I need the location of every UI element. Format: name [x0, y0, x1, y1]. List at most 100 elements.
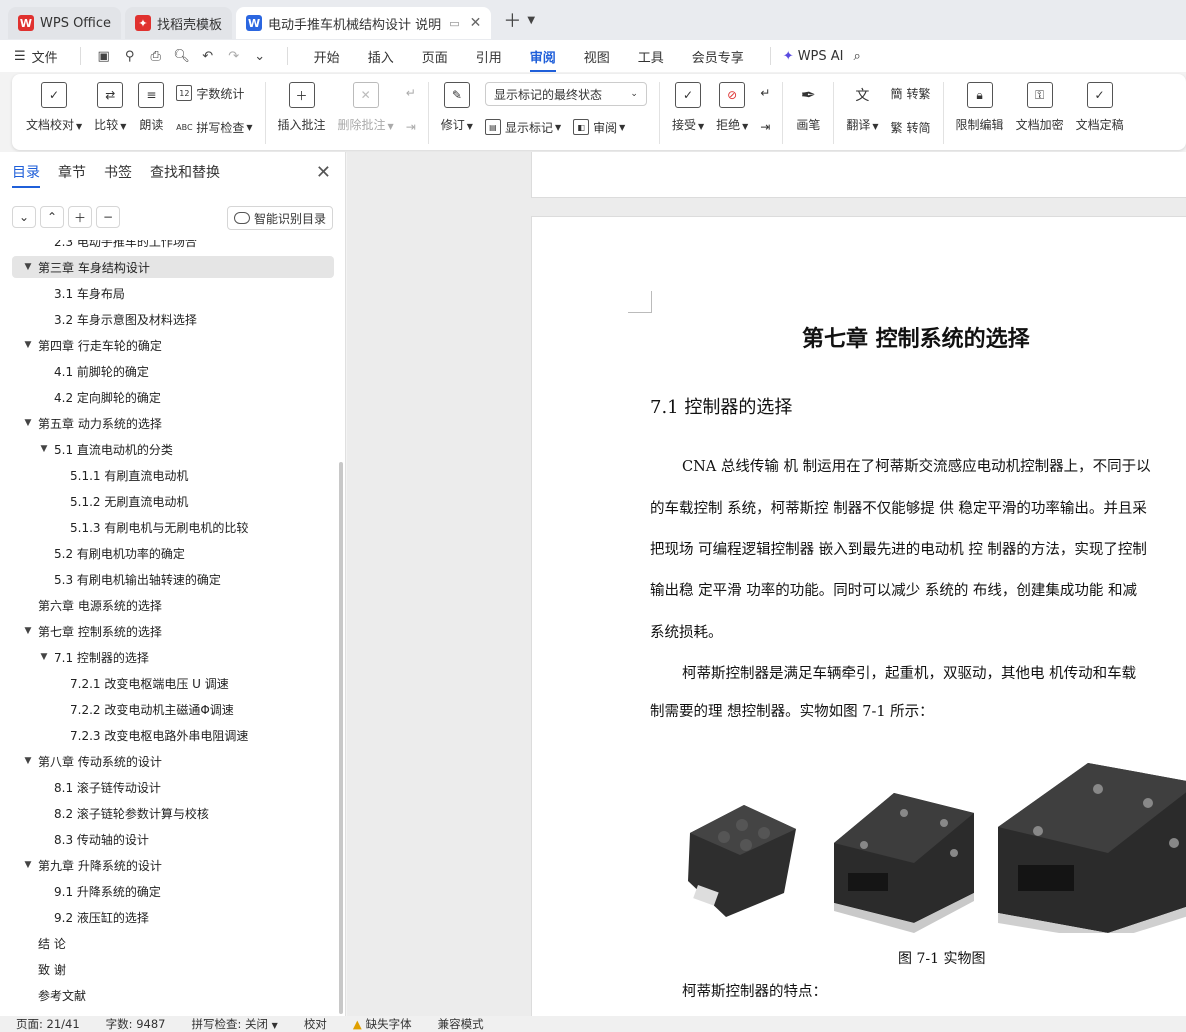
toc-item[interactable]: ▼5.1.2 无刷直流电动机 [12, 490, 334, 512]
spell-check-button[interactable]: ABC 拼写检查 ▼ [176, 116, 252, 138]
expand-arrow-icon[interactable]: ▼ [22, 262, 34, 272]
remove-heading-icon[interactable]: − [96, 206, 120, 228]
toc-item[interactable]: ▼5.1.3 有刷电机与无刷电机的比较 [12, 516, 334, 538]
menu-tab-tools[interactable]: 工具 [638, 47, 664, 66]
collapse-all-icon[interactable]: ⌃ [40, 206, 64, 228]
tab-wps-office[interactable]: W WPS Office [8, 7, 122, 39]
nav-tab-find-replace[interactable]: 查找和替换 [150, 162, 220, 188]
toc-item[interactable]: ▼第六章 电源系统的选择 [12, 594, 334, 616]
previous-revision-icon[interactable]: ↵ [760, 82, 770, 104]
redo-icon[interactable]: ↷ [223, 46, 245, 66]
doc-finalize-button[interactable]: ✓ 文档定稿 [1076, 82, 1124, 133]
toc-item[interactable]: ▼5.2 有刷电机功率的确定 [12, 542, 334, 564]
expand-arrow-icon[interactable]: ▼ [22, 418, 34, 428]
expand-arrow-icon[interactable]: ▼ [38, 652, 50, 662]
toc-item[interactable]: ▼ 第八章 传动系统的设计 [12, 750, 334, 772]
restrict-edit-button[interactable]: 🔒︎ 限制编辑 [956, 82, 1004, 133]
toc-item[interactable]: ▼2.3 电动手推车的工作场合 [12, 240, 334, 252]
to-traditional-button[interactable]: 簡转繁 [891, 82, 931, 104]
translate-button[interactable]: 文 翻译 ▼ [846, 82, 878, 133]
toc-item[interactable]: ▼3.1 车身布局 [12, 282, 334, 304]
menu-tab-page[interactable]: 页面 [422, 47, 448, 66]
expand-arrow-icon[interactable]: ▼ [22, 860, 34, 870]
previous-comment-icon[interactable]: ↵ [406, 82, 416, 104]
file-menu[interactable]: ☰ 文件 [14, 47, 58, 66]
toc-item[interactable]: ▼9.2 液压缸的选择 [12, 906, 334, 928]
monitor-icon[interactable]: ▭ [449, 17, 459, 30]
toc-item[interactable]: ▼ 第三章 车身结构设计 [12, 256, 334, 278]
page-indicator[interactable]: 页面: 21/41 [16, 1016, 80, 1032]
toc-item[interactable]: ▼7.2.2 改变电动机主磁通Φ调速 [12, 698, 334, 720]
insert-comment-button[interactable]: ＋ 插入批注 [278, 82, 326, 133]
next-revision-icon[interactable]: ⇥ [760, 116, 770, 138]
toc-item[interactable]: ▼ 第五章 动力系统的选择 [12, 412, 334, 434]
doc-check-button[interactable]: ✓ 文档校对 ▼ [26, 82, 82, 133]
doc-encrypt-button[interactable]: ⚿ 文档加密 [1016, 82, 1064, 133]
menu-tab-member[interactable]: 会员专享 [692, 47, 744, 66]
new-tab-icon[interactable]: ＋ [503, 7, 521, 33]
close-tab-icon[interactable]: ✕ [470, 15, 482, 31]
toc-item[interactable]: ▼9.1 升降系统的确定 [12, 880, 334, 902]
chevron-down-icon[interactable]: ⌄ [249, 46, 271, 66]
menu-tab-home[interactable]: 开始 [314, 47, 340, 66]
show-markup-button[interactable]: ▤ 显示标记 ▼ [484, 119, 561, 136]
search-icon[interactable]: ⌕ [854, 49, 861, 64]
toc-item[interactable]: ▼7.2.3 改变电枢电路外串电阻调速 [12, 724, 334, 746]
document-page[interactable]: 第七章 控制系统的选择 7.1 控制器的选择 CNA 总线传输 机 制运用在了柯… [531, 216, 1186, 1016]
chevron-down-icon[interactable]: ▼ [527, 15, 535, 26]
to-simplified-button[interactable]: 繁转简 [891, 116, 931, 138]
expand-all-icon[interactable]: ⌄ [12, 206, 36, 228]
spell-check-status[interactable]: 拼写检查: 关闭 ▼ [191, 1016, 277, 1032]
expand-arrow-icon[interactable]: ▼ [38, 444, 50, 454]
toc-item[interactable]: ▼8.3 传动轴的设计 [12, 828, 334, 850]
toc-item[interactable]: ▼结 论 [12, 932, 334, 954]
menu-tab-review[interactable]: 审阅 [529, 47, 556, 72]
toc-item[interactable]: ▼ 第四章 行走车轮的确定 [12, 334, 334, 356]
display-state-select[interactable]: 显示标记的最终状态 ⌄ [484, 82, 647, 106]
menu-tab-view[interactable]: 视图 [584, 47, 610, 66]
nav-tab-sections[interactable]: 章节 [58, 162, 86, 188]
toc-item[interactable]: ▼ 7.1 控制器的选择 [12, 646, 334, 668]
word-count-button[interactable]: 12 字数统计 [176, 82, 252, 104]
proofread-status[interactable]: 校对 [304, 1016, 327, 1032]
toc-item[interactable]: ▼致 谢 [12, 958, 334, 980]
save-icon[interactable]: ▣ [93, 46, 115, 66]
reject-button[interactable]: ⊘ 拒绝 ▼ [716, 82, 748, 133]
missing-font-status[interactable]: ▲ 缺失字体 [353, 1016, 412, 1032]
tab-docer-templates[interactable]: ✦ 找稻壳模板 [125, 7, 233, 39]
pen-button[interactable]: ✒ 画笔 [795, 82, 821, 133]
toc-item[interactable]: ▼参考文献 [12, 984, 334, 1006]
revise-button[interactable]: ✎ 修订 ▼ [441, 82, 473, 133]
accept-button[interactable]: ✓ 接受 ▼ [672, 82, 704, 133]
review-pane-button[interactable]: ◧ 审阅 ▼ [573, 119, 625, 136]
expand-arrow-icon[interactable]: ▼ [22, 340, 34, 350]
tab-document[interactable]: W 电动手推车机械结构设计 说明 ▭ ✕ [236, 7, 492, 39]
toc-item[interactable]: ▼4.1 前脚轮的确定 [12, 360, 334, 382]
toc-item[interactable]: ▼5.3 有刷电机输出轴转速的确定 [12, 568, 334, 590]
next-comment-icon[interactable]: ⇥ [406, 116, 416, 138]
nav-tab-toc[interactable]: 目录 [12, 162, 40, 188]
expand-arrow-icon[interactable]: ▼ [22, 626, 34, 636]
toc-item[interactable]: ▼4.2 定向脚轮的确定 [12, 386, 334, 408]
toc-item[interactable]: ▼3.2 车身示意图及材料选择 [12, 308, 334, 330]
toc-item[interactable]: ▼ 5.1 直流电动机的分类 [12, 438, 334, 460]
undo-icon[interactable]: ↶ [197, 46, 219, 66]
expand-arrow-icon[interactable]: ▼ [22, 756, 34, 766]
toc-item[interactable]: ▼8.2 滚子链轮参数计算与校核 [12, 802, 334, 824]
word-count-status[interactable]: 字数: 9487 [106, 1016, 166, 1032]
print-preview-icon[interactable]: 🔍︎ [171, 46, 193, 66]
toc-item[interactable]: ▼5.1.1 有刷直流电动机 [12, 464, 334, 486]
toc-item[interactable]: ▼ 第九章 升降系统的设计 [12, 854, 334, 876]
menu-tab-insert[interactable]: 插入 [368, 47, 394, 66]
toc-scrollbar[interactable] [339, 462, 343, 1014]
toc-item[interactable]: ▼8.1 滚子链传动设计 [12, 776, 334, 798]
smart-toc-button[interactable]: 智能识别目录 [226, 206, 333, 230]
add-heading-icon[interactable]: ＋ [68, 206, 92, 228]
share-icon[interactable]: ⚲ [119, 46, 141, 66]
delete-comment-button[interactable]: ✕ 删除批注 ▼ [338, 82, 394, 133]
menu-tab-references[interactable]: 引用 [476, 47, 502, 66]
close-icon[interactable]: ✕ [316, 162, 331, 183]
print-icon[interactable]: ⎙ [145, 46, 167, 66]
nav-tab-bookmarks[interactable]: 书签 [104, 162, 132, 188]
read-aloud-button[interactable]: ≡ 朗读 [138, 82, 165, 133]
